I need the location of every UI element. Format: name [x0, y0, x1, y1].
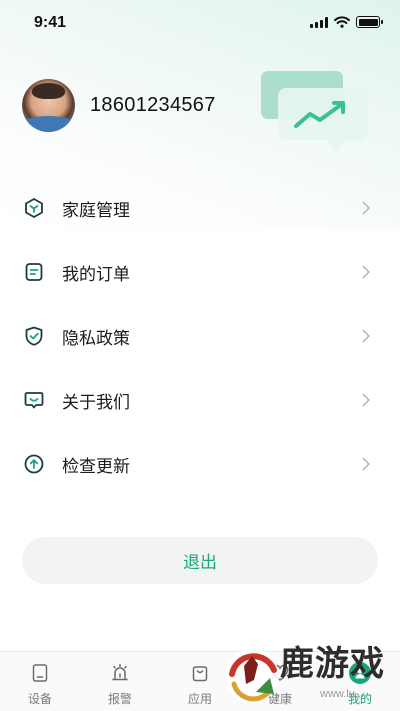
tab-label: 设备: [27, 692, 52, 706]
tab-device[interactable]: 设备: [0, 652, 80, 711]
logout-button[interactable]: 退出: [22, 537, 378, 584]
battery-icon: [356, 16, 383, 28]
alarm-icon: [109, 662, 131, 684]
tab-label: 报警: [107, 692, 132, 706]
menu-item-label: 隐私政策: [62, 328, 130, 349]
status-bar: 9:41: [0, 0, 400, 48]
profile-header[interactable]: 18601234567: [22, 79, 216, 132]
menu-item-privacy-policy[interactable]: 隐私政策: [0, 304, 400, 368]
update-arrow-icon: [22, 452, 46, 476]
phone-number: 18601234567: [90, 94, 216, 116]
menu-item-check-update[interactable]: 检查更新: [0, 432, 400, 496]
avatar[interactable]: [22, 79, 75, 132]
menu-item-family-management[interactable]: 家庭管理: [0, 176, 400, 240]
menu-item-label: 检查更新: [62, 456, 130, 477]
deer-logo-icon: [225, 649, 279, 703]
chat-chart-illustration-icon: [261, 71, 368, 154]
order-list-icon: [22, 260, 46, 284]
status-icons: [310, 16, 383, 28]
chevron-right-icon: [362, 393, 371, 407]
settings-menu: 家庭管理 我的订单 隐私政策 关于我们 检查更新: [0, 176, 400, 496]
menu-item-my-orders[interactable]: 我的订单: [0, 240, 400, 304]
chevron-right-icon: [362, 201, 371, 215]
menu-item-label: 家庭管理: [62, 200, 130, 221]
watermark-overlay: 鹿游戏 www.lu...: [218, 634, 400, 711]
apps-bag-icon: [189, 662, 211, 684]
device-icon: [29, 662, 51, 684]
house-shield-icon: [22, 196, 46, 220]
tab-label: 应用: [187, 692, 212, 706]
menu-item-label: 我的订单: [62, 264, 130, 285]
privacy-shield-icon: [22, 324, 46, 348]
wifi-icon: [334, 16, 350, 28]
cellular-signal-icon: [310, 16, 328, 28]
menu-item-label: 关于我们: [62, 392, 130, 413]
about-smile-icon: [22, 388, 46, 412]
tab-alarm[interactable]: 报警: [80, 652, 160, 711]
menu-item-about-us[interactable]: 关于我们: [0, 368, 400, 432]
logout-label: 退出: [183, 553, 217, 573]
chevron-right-icon: [362, 457, 371, 471]
watermark-url: www.lu...: [320, 688, 365, 700]
status-time: 9:41: [34, 14, 67, 31]
watermark-text: 鹿游戏: [280, 644, 385, 684]
chevron-right-icon: [362, 265, 371, 279]
chevron-right-icon: [362, 329, 371, 343]
